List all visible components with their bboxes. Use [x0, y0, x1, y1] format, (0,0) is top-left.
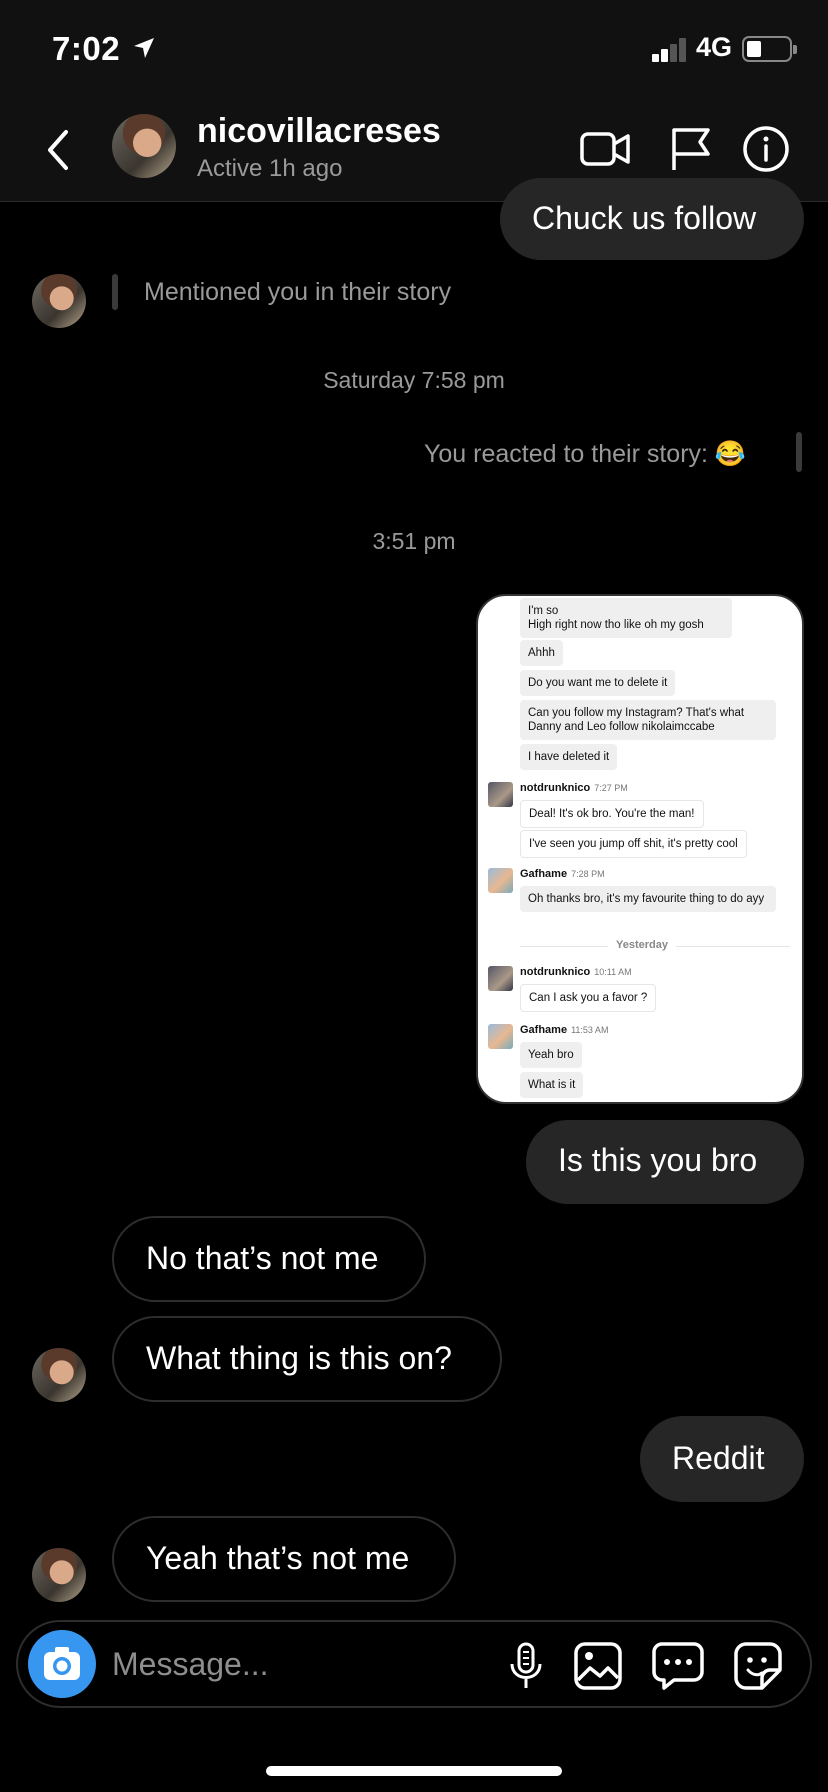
story-mention-text: Mentioned you in their story [144, 278, 452, 306]
location-arrow-icon [134, 38, 154, 58]
gallery-icon[interactable] [572, 1640, 624, 1692]
message-text: Is this you bro [558, 1142, 758, 1178]
avatar[interactable] [112, 114, 176, 178]
active-status: Active 1h ago [197, 155, 343, 182]
video-call-icon[interactable] [578, 124, 632, 174]
story-reply-bar [796, 432, 802, 472]
screenshot-message: I've seen you jump off shit, it's pretty… [520, 830, 747, 858]
screenshot-message: Can I ask you a favor ? [520, 984, 657, 1012]
screenshot-avatar [488, 966, 513, 991]
message-text: Chuck us follow [532, 200, 757, 236]
screenshot-message: Oh thanks bro, it's my favourite thing t… [520, 886, 776, 912]
story-reaction-text: You reacted to their story: 😂 [424, 440, 747, 468]
network-type: 4G [696, 32, 733, 62]
timestamp-divider: Saturday 7:58 pm [323, 367, 505, 393]
screenshot-message: I'm so High right now tho like oh my gos… [520, 598, 732, 638]
message-composer [16, 1620, 812, 1708]
sender-avatar[interactable] [32, 1348, 86, 1402]
message-text: What thing is this on? [146, 1340, 452, 1376]
screenshot-message: Can you follow my Instagram? That's what… [520, 700, 776, 740]
chat-username[interactable]: nicovillacreses [197, 112, 441, 151]
screenshot-avatar [488, 868, 513, 893]
message-bubble-sent[interactable]: Chuck us follow [500, 178, 804, 260]
message-text: Reddit [672, 1440, 765, 1476]
message-input[interactable] [112, 1644, 432, 1684]
home-indicator [266, 1766, 562, 1776]
microphone-icon[interactable] [500, 1640, 552, 1692]
message-text: Yeah that’s not me [146, 1540, 410, 1576]
screenshot-message: Ahhh [520, 640, 563, 666]
flag-icon[interactable] [664, 124, 718, 174]
chat-bubble-icon[interactable] [652, 1640, 704, 1692]
timestamp-divider: 3:51 pm [372, 528, 456, 554]
message-bubble-received[interactable]: No that’s not me [112, 1216, 426, 1302]
screenshot-avatar [488, 1024, 513, 1049]
shared-screenshot-image[interactable]: I'm so High right now tho like oh my gos… [476, 594, 804, 1104]
camera-button[interactable] [28, 1630, 96, 1698]
info-icon[interactable] [740, 124, 794, 174]
battery-icon [742, 36, 797, 62]
sender-avatar[interactable] [32, 274, 86, 328]
message-bubble-received[interactable]: What thing is this on? [112, 1316, 502, 1402]
screenshot-username: notdrunknico 10:11 AM [520, 966, 632, 978]
message-text: No that’s not me [146, 1240, 379, 1276]
screenshot-message: Do you want me to delete it [520, 670, 676, 696]
message-bubble-sent[interactable]: Is this you bro [526, 1120, 804, 1204]
screenshot-message: What is it [520, 1072, 584, 1098]
screenshot-username: Gafhame 11:53 AM [520, 1024, 609, 1036]
cellular-signal-icon [652, 36, 688, 62]
camera-icon [44, 1647, 80, 1680]
screenshot-message: Deal! It's ok bro. You're the man! [520, 800, 704, 828]
screenshot-day-divider: Yesterday [478, 939, 802, 951]
chevron-left-icon[interactable] [40, 122, 76, 178]
sticker-icon[interactable] [732, 1640, 784, 1692]
sender-avatar[interactable] [32, 1548, 86, 1602]
story-reply-bar [112, 274, 118, 310]
status-bar: 7:02 4G [0, 0, 828, 100]
screenshot-message: Yeah bro [520, 1042, 582, 1068]
message-bubble-sent[interactable]: Reddit [640, 1416, 804, 1502]
screenshot-username: Gafhame 7:28 PM [520, 868, 605, 880]
screenshot-avatar [488, 782, 513, 807]
message-bubble-received[interactable]: Yeah that’s not me [112, 1516, 456, 1602]
screenshot-message: I have deleted it [520, 744, 618, 770]
screenshot-username: notdrunknico 7:27 PM [520, 782, 628, 794]
status-time: 7:02 [52, 30, 121, 67]
